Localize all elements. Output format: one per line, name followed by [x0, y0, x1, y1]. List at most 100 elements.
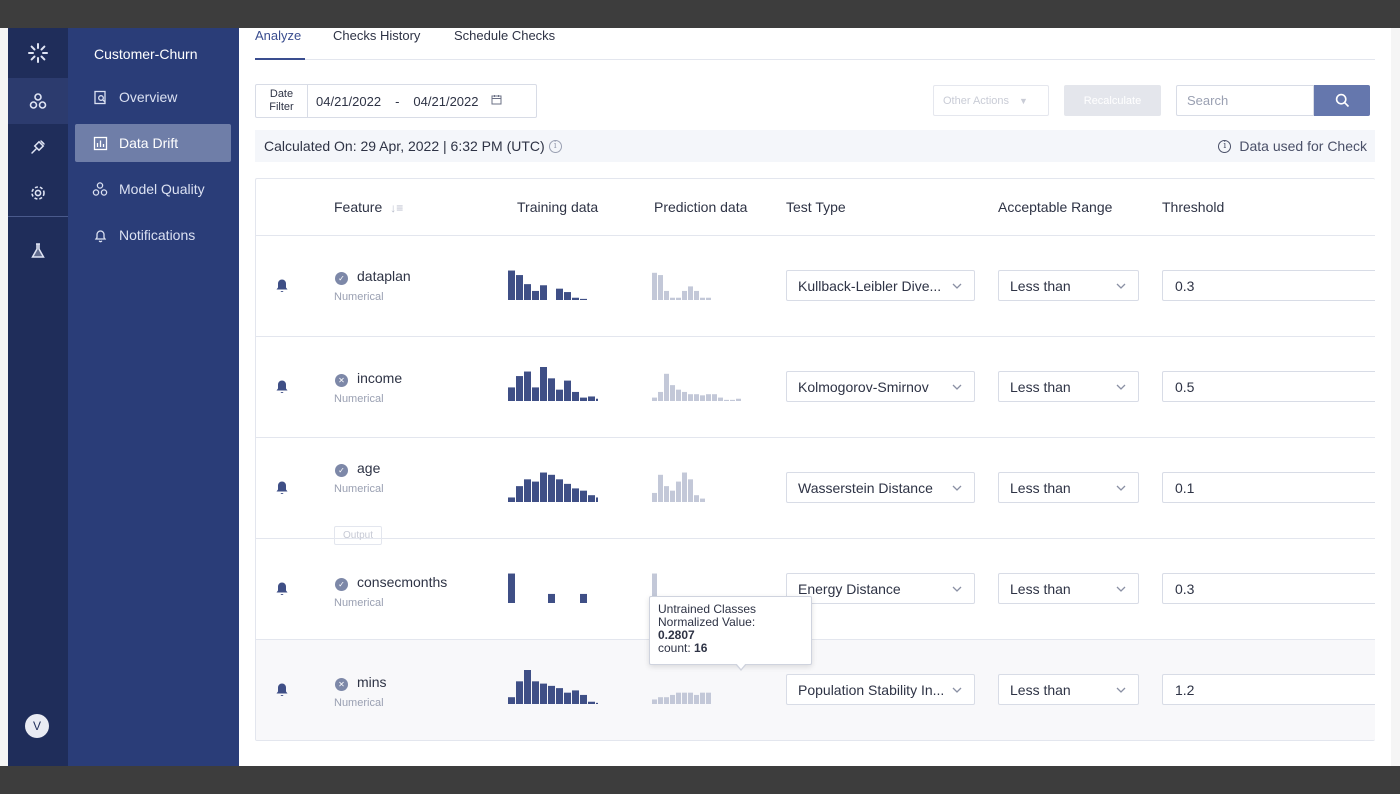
histogram-bar[interactable]	[516, 275, 523, 300]
histogram-bar[interactable]	[682, 692, 687, 704]
integrations-icon[interactable]	[8, 124, 68, 170]
feature-name[interactable]: dataplan	[357, 268, 411, 284]
test-type-select[interactable]: Wasserstein Distance	[786, 472, 975, 503]
col-feature[interactable]: Feature ↓≡	[334, 199, 403, 215]
histogram-bar[interactable]	[580, 298, 587, 300]
prediction-histogram[interactable]	[652, 668, 752, 708]
histogram-bar[interactable]	[670, 297, 675, 300]
threshold-input[interactable]: 0.3	[1162, 573, 1375, 604]
histogram-bar[interactable]	[588, 396, 595, 401]
histogram-bar[interactable]	[652, 397, 657, 401]
histogram-bar[interactable]	[706, 297, 711, 300]
histogram-bar[interactable]	[564, 380, 571, 401]
histogram-bar[interactable]	[556, 389, 563, 401]
prediction-histogram[interactable]	[652, 264, 752, 304]
date-filter[interactable]: Date Filter 04/21/2022 - 04/21/2022	[255, 84, 537, 118]
histogram-bar[interactable]	[580, 490, 587, 502]
feature-name[interactable]: income	[357, 370, 402, 386]
histogram-bar[interactable]	[652, 272, 657, 300]
training-histogram[interactable]	[508, 264, 598, 304]
training-histogram[interactable]	[508, 365, 598, 405]
feature-name[interactable]: mins	[357, 674, 387, 690]
tab-analyze[interactable]: Analyze	[255, 28, 305, 60]
test-type-select[interactable]: Population Stability In...	[786, 674, 975, 705]
histogram-bar[interactable]	[658, 697, 663, 704]
histogram-bar[interactable]	[652, 492, 657, 502]
histogram-bar[interactable]	[572, 391, 579, 401]
histogram-bar[interactable]	[682, 391, 687, 401]
acceptable-range-select[interactable]: Less than	[998, 573, 1139, 604]
other-actions-dropdown[interactable]: Other Actions ▼	[933, 85, 1049, 116]
recalculate-button[interactable]: Recalculate	[1064, 85, 1161, 116]
bell-icon[interactable]	[274, 377, 290, 395]
acceptable-range-select[interactable]: Less than	[998, 371, 1139, 402]
histogram-bar[interactable]	[556, 479, 563, 502]
histogram-bar[interactable]	[700, 692, 705, 704]
nav-item-data-drift[interactable]: Data Drift	[75, 124, 231, 162]
histogram-bar[interactable]	[548, 378, 555, 401]
histogram-bar[interactable]	[540, 683, 547, 704]
test-type-select[interactable]: Kolmogorov-Smirnov	[786, 371, 975, 402]
histogram-bar[interactable]	[548, 685, 555, 704]
histogram-bar[interactable]	[588, 495, 595, 502]
histogram-bar[interactable]	[548, 593, 555, 603]
histogram-bar[interactable]	[670, 490, 675, 502]
nav-item-notifications[interactable]: Notifications	[75, 216, 231, 254]
histogram-bar[interactable]	[572, 690, 579, 704]
histogram-bar[interactable]	[688, 394, 693, 401]
histogram-bar[interactable]	[688, 479, 693, 502]
histogram-bar[interactable]	[676, 297, 681, 300]
tab-schedule-checks[interactable]: Schedule Checks	[454, 28, 555, 60]
histogram-bar[interactable]	[676, 692, 681, 704]
histogram-bar[interactable]	[706, 394, 711, 401]
histogram-bar[interactable]	[532, 681, 539, 704]
histogram-bar[interactable]	[596, 497, 598, 502]
histogram-bar[interactable]	[540, 472, 547, 502]
search-input[interactable]: Search	[1176, 85, 1314, 116]
data-used-link[interactable]: i Data used for Check	[1218, 138, 1367, 154]
histogram-bar[interactable]	[524, 670, 531, 704]
histogram-bar[interactable]	[508, 270, 515, 300]
histogram-bar[interactable]	[556, 688, 563, 704]
date-to[interactable]: 04/21/2022	[413, 94, 478, 109]
histogram-bar[interactable]	[508, 497, 515, 502]
bell-icon[interactable]	[274, 276, 290, 294]
histogram-bar[interactable]	[564, 692, 571, 704]
test-type-select[interactable]: Energy Distance	[786, 573, 975, 604]
histogram-bar[interactable]	[572, 297, 579, 300]
histogram-bar[interactable]	[572, 488, 579, 502]
histogram-bar[interactable]	[676, 481, 681, 502]
histogram-bar[interactable]	[564, 292, 571, 300]
histogram-bar[interactable]	[658, 275, 663, 300]
histogram-bar[interactable]	[664, 373, 669, 401]
threshold-input[interactable]: 0.3	[1162, 270, 1375, 301]
histogram-bar[interactable]	[706, 692, 711, 704]
bell-icon[interactable]	[274, 680, 290, 698]
histogram-bar[interactable]	[540, 285, 547, 300]
histogram-bar[interactable]	[652, 699, 657, 704]
histogram-bar[interactable]	[694, 495, 699, 502]
histogram-bar[interactable]	[564, 483, 571, 502]
histogram-bar[interactable]	[700, 395, 705, 401]
logo-icon[interactable]	[8, 28, 68, 78]
training-histogram[interactable]	[508, 567, 598, 607]
histogram-bar[interactable]	[730, 399, 735, 401]
threshold-input[interactable]: 0.1	[1162, 472, 1375, 503]
feature-name[interactable]: consecmonths	[357, 574, 447, 590]
histogram-bar[interactable]	[688, 692, 693, 704]
histogram-bar[interactable]	[580, 593, 587, 603]
histogram-bar[interactable]	[724, 399, 729, 401]
histogram-bar[interactable]	[508, 573, 515, 603]
histogram-bar[interactable]	[664, 697, 669, 704]
histogram-bar[interactable]	[540, 367, 547, 401]
prediction-histogram[interactable]	[652, 365, 752, 405]
histogram-bar[interactable]	[596, 702, 598, 704]
histogram-bar[interactable]	[532, 481, 539, 502]
avatar[interactable]: V	[25, 714, 49, 738]
info-icon[interactable]: i	[548, 139, 562, 153]
histogram-bar[interactable]	[508, 387, 515, 401]
settings-icon[interactable]	[8, 170, 68, 216]
histogram-bar[interactable]	[532, 387, 539, 401]
calendar-icon[interactable]	[491, 92, 502, 110]
histogram-bar[interactable]	[664, 290, 669, 300]
